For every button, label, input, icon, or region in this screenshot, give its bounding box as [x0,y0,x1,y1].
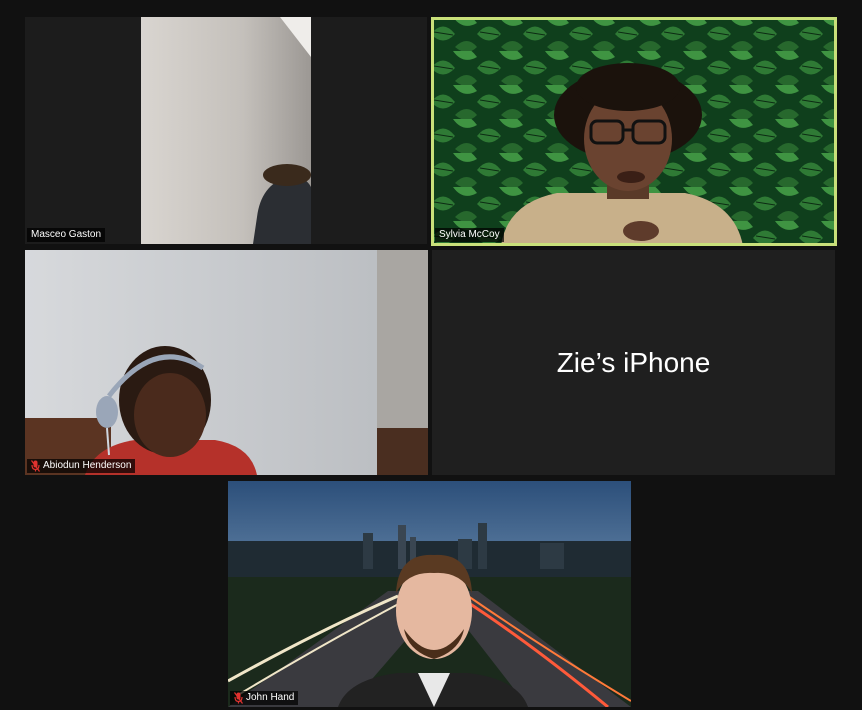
microphone-muted-icon [234,692,243,704]
video-tile-sylvia-mccoy[interactable]: Sylvia McCoy [431,17,837,246]
participant-name: Abiodun Henderson [43,460,132,471]
participant-name-tag: Masceo Gaston [27,228,106,242]
video-tile-zies-iphone[interactable]: Zie’s iPhone [432,250,835,475]
video-feed-abiodun-henderson [25,250,428,475]
participant-name-tag: Abiodun Henderson [27,459,136,473]
participant-name-tag: Sylvia McCoy [435,228,504,242]
video-feed-john-hand [228,481,631,707]
microphone-muted-icon [31,460,40,472]
video-tile-abiodun-henderson[interactable]: Abiodun Henderson [25,250,428,475]
video-tile-masceo-gaston[interactable]: Masceo Gaston [25,17,427,244]
participant-name-tag: John Hand [230,691,299,705]
video-tile-john-hand[interactable]: John Hand [228,481,631,707]
video-feed-masceo-gaston [25,17,427,244]
participant-name: Masceo Gaston [31,229,102,240]
participant-name: John Hand [246,692,295,703]
participant-name-display: Zie’s iPhone [556,346,711,378]
participant-name: Sylvia McCoy [439,229,500,240]
video-feed-sylvia-mccoy [431,17,837,246]
